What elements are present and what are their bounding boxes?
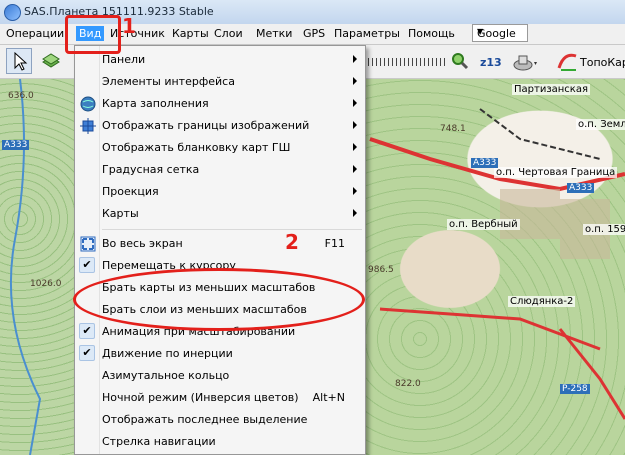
topo-map-label[interactable]: ТопоКарт	[580, 56, 625, 69]
globe-icon	[80, 96, 96, 112]
menu-marks[interactable]: Метки	[256, 27, 292, 40]
submenu-arrow-icon	[353, 121, 357, 129]
menu-item-gs-sheets[interactable]: Отображать бланковку карт ГШ	[75, 137, 365, 159]
satellite-icon[interactable]	[512, 50, 538, 74]
annotation-number-2: 2	[285, 230, 299, 254]
menu-help[interactable]: Помощь	[408, 27, 455, 40]
topo-map-icon[interactable]	[556, 50, 580, 72]
elevation-mark: 986.5	[368, 265, 394, 275]
elevation-mark: 636.0	[8, 91, 34, 101]
elevation-mark: 748.1	[440, 124, 466, 134]
map-label-place: Слюдянка-2	[508, 296, 576, 307]
road-badge: P-258	[560, 384, 590, 394]
annotation-box-view-menu	[65, 15, 121, 54]
menu-item-fill-map[interactable]: Карта заполнения	[75, 93, 365, 115]
map-label-place: о.п. 159	[583, 224, 625, 235]
layers-icon	[42, 53, 60, 68]
view-menu-dropdown: Панели Элементы интерфейса Карта заполне…	[74, 45, 366, 455]
zoom-slider[interactable]	[368, 58, 448, 66]
submenu-arrow-icon	[353, 143, 357, 151]
road-badge: A333	[567, 183, 595, 193]
elevation-mark: 1026.0	[30, 279, 62, 289]
menu-item-degree-grid[interactable]: Градусная сетка	[75, 159, 365, 181]
menu-item-inertia[interactable]: ✔ Движение по инерции	[75, 343, 365, 365]
pointer-tool-button[interactable]	[6, 48, 32, 74]
menu-item-maps[interactable]: Карты	[75, 203, 365, 225]
layers-tool-button[interactable]	[38, 48, 64, 74]
menu-item-fullscreen[interactable]: Во весь экран F11	[75, 233, 365, 255]
submenu-arrow-icon	[353, 99, 357, 107]
zoom-level: z13	[480, 56, 502, 69]
submenu-arrow-icon	[353, 77, 357, 85]
menu-item-night-mode[interactable]: Ночной режим (Инверсия цветов) Alt+N	[75, 387, 365, 409]
app-icon	[4, 4, 21, 21]
annotation-ellipse-lower-scales	[73, 268, 365, 331]
map-label-place: Партизанская	[512, 84, 590, 95]
submenu-arrow-icon	[353, 55, 357, 63]
check-icon: ✔	[79, 323, 95, 339]
map-label-place: о.п. Чертовая Граница	[494, 167, 618, 178]
menu-item-interface-elements[interactable]: Элементы интерфейса	[75, 71, 365, 93]
map-label-place: о.п. Вербный	[447, 219, 520, 230]
submenu-arrow-icon	[353, 209, 357, 217]
chevron-down-icon: ▼	[477, 27, 484, 36]
menu-item-projection[interactable]: Проекция	[75, 181, 365, 203]
road-badge: A333	[471, 158, 499, 168]
menu-operations[interactable]: Операции	[6, 27, 64, 40]
cursor-icon	[14, 51, 28, 71]
elevation-mark: 822.0	[395, 379, 421, 389]
menu-settings[interactable]: Параметры	[334, 27, 400, 40]
menu-item-azimuth-ring[interactable]: Азимутальное кольцо	[75, 365, 365, 387]
menu-gps[interactable]: GPS	[303, 27, 325, 40]
fullscreen-icon	[80, 236, 96, 252]
menu-layers[interactable]: Слои	[214, 27, 243, 40]
menu-item-image-bounds[interactable]: Отображать границы изображений	[75, 115, 365, 137]
check-icon: ✔	[79, 257, 95, 273]
road-badge: A333	[2, 140, 30, 150]
map-source-combo[interactable]: Google ▼	[472, 24, 528, 42]
image-bounds-icon	[80, 118, 96, 134]
menu-maps[interactable]: Карты	[172, 27, 209, 40]
map-label-place: о.п. Земл	[576, 119, 625, 130]
submenu-arrow-icon	[353, 187, 357, 195]
zoom-magnifier-icon[interactable]	[451, 52, 469, 70]
check-icon: ✔	[79, 345, 95, 361]
menu-item-nav-arrow[interactable]: Стрелка навигации	[75, 431, 365, 453]
submenu-arrow-icon	[353, 165, 357, 173]
annotation-number-1: 1	[122, 14, 136, 38]
menu-item-last-selection[interactable]: Отображать последнее выделение	[75, 409, 365, 431]
menu-separator	[102, 229, 362, 230]
